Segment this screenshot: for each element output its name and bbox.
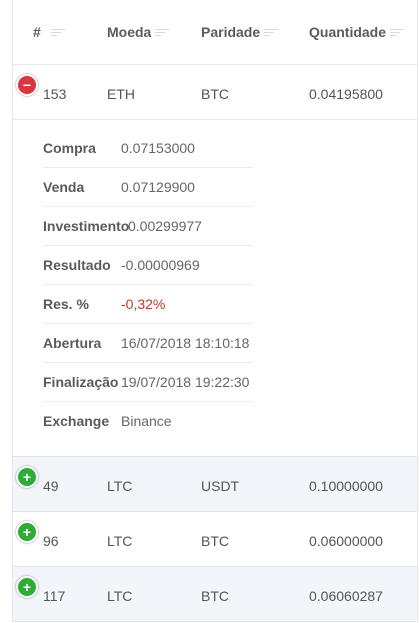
detail-label: Compra [43,140,96,156]
column-header-pair[interactable]: Paridade [201,0,279,64]
plus-circle-icon[interactable]: + [16,576,38,598]
table-row-expanded[interactable]: − 153 ETH BTC 0.04195800 [13,65,417,120]
cell-coin: LTC [107,533,133,549]
detail-label: Finalização [43,374,119,390]
cell-coin: LTC [107,478,133,494]
detail-label: Abertura [43,335,102,351]
trades-table: # Moeda Paridade Quantidade − 153 ETH BT… [12,0,418,622]
cell-id: 153 [43,86,67,102]
cell-coin: ETH [107,86,135,102]
detail-value: 0.07129900 [121,179,195,195]
plus-circle-icon[interactable]: + [16,466,38,488]
detail-value-negative: -0,32% [121,296,166,312]
cell-id: 49 [43,478,59,494]
cell-qty: 0.10000000 [309,478,383,494]
sort-icon [390,27,405,38]
detail-label: Investimento [43,218,130,234]
table-header: # Moeda Paridade Quantidade [13,0,417,65]
detail-row: Finalização 19/07/2018 19:22:30 [43,362,253,402]
detail-label: Exchange [43,413,110,429]
sort-icon [50,27,65,38]
table-row[interactable]: + 49 LTC USDT 0.10000000 [13,457,417,512]
cell-pair: BTC [201,533,229,549]
detail-row: Compra 0.07153000 [43,128,253,168]
detail-row: Res. % -0,32% [43,284,253,324]
column-label-id: # [33,24,41,40]
detail-label: Res. % [43,296,89,312]
detail-value: 0.00299977 [128,218,202,234]
sort-icon [264,27,279,38]
detail-value: 16/07/2018 18:10:18 [121,335,250,351]
column-header-id[interactable]: # [33,0,65,64]
table-row[interactable]: + 117 LTC BTC 0.06060287 [13,567,417,622]
minus-circle-icon[interactable]: − [16,74,38,96]
detail-row: Investimento 0.00299977 [43,206,253,246]
detail-label: Resultado [43,257,111,273]
cell-pair: USDT [201,478,240,494]
column-label-pair: Paridade [201,24,261,40]
detail-value: 19/07/2018 19:22:30 [121,374,250,390]
detail-row: Venda 0.07129900 [43,167,253,207]
detail-label: Venda [43,179,85,195]
sort-icon [155,27,170,38]
column-label-coin: Moeda [107,24,152,40]
detail-row: Exchange Binance [43,401,253,440]
column-header-qty[interactable]: Quantidade [309,0,405,64]
cell-qty: 0.04195800 [309,86,383,102]
column-label-qty: Quantidade [309,24,387,40]
detail-value: Binance [121,413,172,429]
detail-value: -0.00000969 [121,257,200,273]
detail-row: Resultado -0.00000969 [43,245,253,285]
row-detail-panel: Compra 0.07153000 Venda 0.07129900 Inves… [13,120,417,457]
plus-circle-icon[interactable]: + [16,521,38,543]
detail-value: 0.07153000 [121,140,195,156]
detail-row: Abertura 16/07/2018 18:10:18 [43,323,253,363]
cell-qty: 0.06000000 [309,533,383,549]
cell-id: 96 [43,533,59,549]
table-row[interactable]: + 96 LTC BTC 0.06000000 [13,512,417,567]
cell-pair: BTC [201,86,229,102]
column-header-coin[interactable]: Moeda [107,0,170,64]
